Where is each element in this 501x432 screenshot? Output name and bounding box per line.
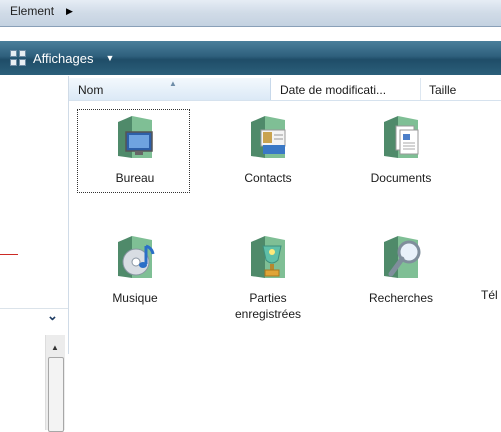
column-date[interactable]: Date de modificati... (271, 78, 421, 100)
folder-bureau[interactable]: Bureau (76, 112, 194, 186)
folder-telechargements[interactable]: Tél (475, 232, 501, 303)
folder-contacts[interactable]: Contacts (209, 112, 327, 186)
views-grid-icon (10, 50, 26, 66)
navigation-pane: ⌄ ▲ (0, 76, 69, 432)
documents-folder-icon (384, 116, 419, 158)
column-name[interactable]: ▲ Nom (69, 78, 271, 100)
views-button[interactable]: Affichages ▼ (10, 47, 114, 69)
folder-label: Tél (481, 288, 498, 302)
folder-parties-enregistrees[interactable]: Parties enregistrées (209, 232, 327, 322)
command-toolbar: Affichages ▼ (0, 41, 501, 75)
scroll-thumb[interactable] (48, 357, 64, 432)
folder-label: Musique (112, 291, 158, 305)
scroll-up-icon[interactable]: ▲ (51, 343, 59, 352)
music-folder-icon (118, 236, 155, 278)
desktop-folder-icon (118, 116, 153, 158)
saved-games-folder-icon (251, 236, 285, 278)
folder-label: Documents (370, 171, 432, 185)
folder-musique[interactable]: Musique (76, 232, 194, 306)
breadcrumb-item[interactable]: Element (10, 4, 54, 18)
folder-label: Bureau (115, 171, 155, 185)
folders-chevron-icon[interactable]: ⌄ (47, 308, 58, 324)
nav-scrollbar[interactable]: ▲ (45, 335, 65, 432)
folder-recherches[interactable]: Recherches (342, 232, 460, 306)
column-header: ▲ Nom Date de modificati... Taille (69, 78, 501, 101)
folder-label: Parties enregistrées (234, 291, 302, 321)
splitter-marker (0, 254, 18, 255)
folder-label: Recherches (368, 291, 434, 305)
breadcrumb-arrow-icon[interactable]: ▶ (66, 6, 73, 17)
contacts-folder-icon (251, 116, 286, 158)
sort-asc-icon: ▲ (169, 79, 177, 88)
folder-documents[interactable]: Documents (342, 112, 460, 186)
views-label: Affichages (33, 50, 94, 66)
address-bar: Element ▶ (0, 0, 501, 27)
folder-label: Contacts (244, 171, 292, 185)
searches-folder-icon (384, 236, 421, 278)
column-size[interactable]: Taille (421, 78, 501, 100)
column-name-label: Nom (78, 83, 104, 97)
views-caret-icon[interactable]: ▼ (105, 53, 114, 63)
